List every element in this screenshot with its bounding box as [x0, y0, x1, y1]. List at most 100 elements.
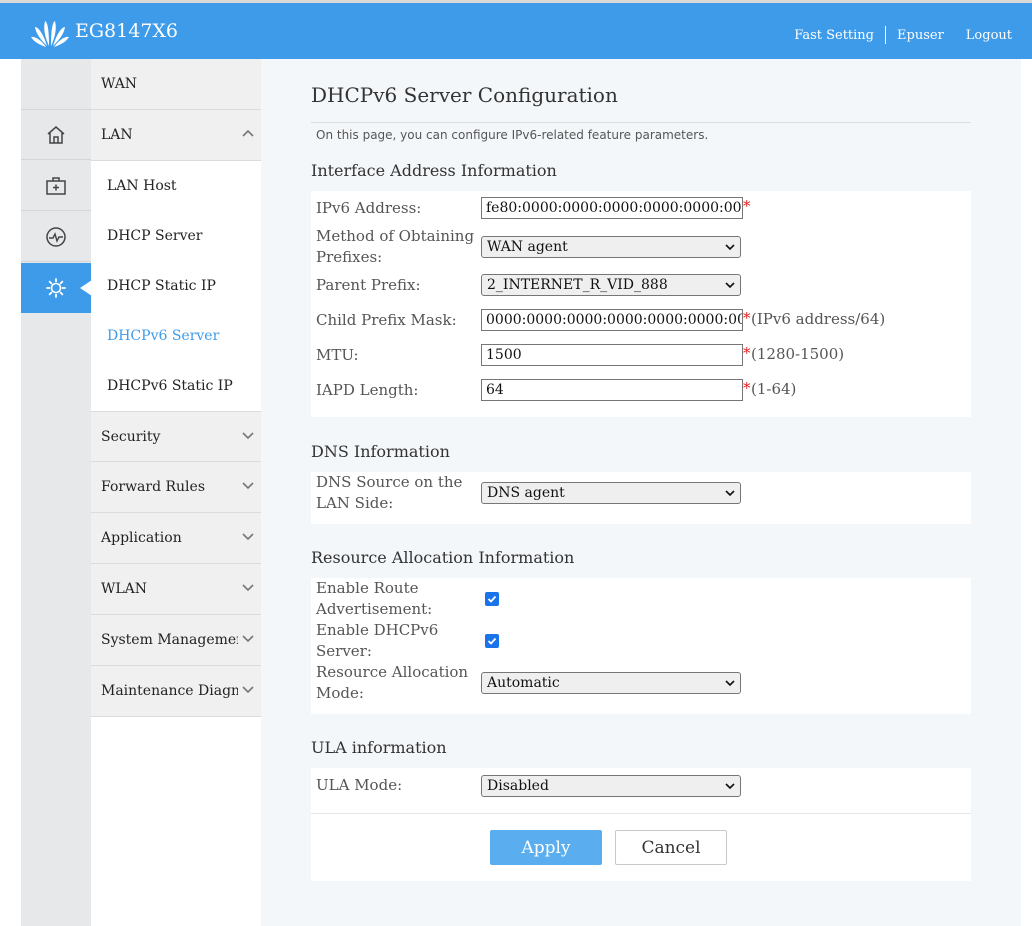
header-links: Fast Setting Epuser Logout: [794, 26, 1012, 44]
required-mark: *: [743, 344, 751, 362]
dropdown-arrow-icon: [725, 244, 735, 251]
rail-item-home[interactable]: [21, 110, 91, 160]
select-value: WAN agent: [487, 239, 568, 255]
required-mark: *: [743, 379, 751, 397]
menu-item-label: WAN: [101, 76, 138, 92]
menu-item-label: Security: [101, 428, 161, 445]
menu-item-wlan[interactable]: WLAN: [91, 564, 261, 615]
icon-rail: [21, 59, 92, 926]
dropdown-arrow-icon: [725, 490, 735, 497]
menu-item-wan[interactable]: WAN: [91, 59, 261, 110]
menu-item-system-management[interactable]: System Management: [91, 615, 261, 666]
select-value: Disabled: [487, 778, 549, 794]
section-title-ula: ULA information: [311, 738, 447, 757]
logout-link[interactable]: Logout: [966, 28, 1012, 43]
button-divider: [311, 813, 971, 814]
pulse-icon: [46, 226, 66, 247]
rail-blank: [21, 59, 91, 110]
main-content: DHCPv6 Server Configuration On this page…: [261, 59, 1021, 926]
mtu-input[interactable]: 1500: [481, 344, 743, 366]
resource-mode-select[interactable]: Automatic: [481, 672, 741, 694]
panel-interface: IPv6 Address: fe80:0000:0000:0000:0000:0…: [311, 191, 971, 417]
parent-prefix-select[interactable]: 2_INTERNET_R_VID_888: [481, 274, 741, 296]
page-description: On this page, you can configure IPv6-rel…: [316, 128, 709, 142]
label-line: Enable Route: [316, 579, 419, 597]
ipv6-address-input[interactable]: fe80:0000:0000:0000:0000:0000:0000:0001: [481, 197, 743, 219]
submenu-item-lan-host[interactable]: LAN Host: [91, 161, 261, 211]
select-value: Automatic: [487, 675, 560, 691]
route-advertisement-checkbox[interactable]: [485, 592, 499, 606]
submenu-item-dhcpv6-static-ip[interactable]: DHCPv6 Static IP: [91, 361, 261, 411]
label-line: Resource Allocation: [316, 663, 469, 681]
required-mark: *: [743, 197, 751, 215]
ula-mode-label: ULA Mode:: [316, 776, 403, 794]
dropdown-arrow-icon: [725, 783, 735, 790]
huawei-logo: [31, 21, 69, 47]
menu-item-label: WLAN: [101, 581, 148, 597]
mtu-label: MTU:: [316, 346, 359, 364]
submenu-item-dhcp-server[interactable]: DHCP Server: [91, 211, 261, 261]
header-bar: EG8147X6 Fast Setting Epuser Logout: [0, 3, 1032, 59]
label-line: Method of Obtaining: [316, 227, 475, 245]
menu-item-label: System Management: [101, 632, 238, 648]
chevron-down-icon: [242, 584, 254, 592]
method-prefixes-select[interactable]: WAN agent: [481, 236, 741, 258]
check-icon: [487, 595, 497, 603]
select-value: DNS agent: [487, 485, 565, 501]
required-mark: *: [743, 309, 751, 327]
child-prefix-mask-label: Child Prefix Mask:: [316, 311, 457, 329]
side-menu: WAN LAN LAN Host DHCP Server DHCP Static…: [91, 59, 261, 926]
rail-item-status[interactable]: [21, 212, 91, 262]
page-title: DHCPv6 Server Configuration: [311, 83, 618, 107]
chevron-up-icon: [242, 129, 254, 137]
submenu-item-dhcp-static-ip[interactable]: DHCP Static IP: [91, 261, 261, 311]
select-value: 2_INTERNET_R_VID_888: [487, 277, 668, 293]
enable-dhcpv6-checkbox[interactable]: [485, 634, 499, 648]
menu-item-security[interactable]: Security: [91, 411, 261, 462]
label-line: Enable DHCPv6: [316, 621, 439, 639]
section-title-dns: DNS Information: [311, 442, 450, 461]
menu-item-label: LAN: [101, 127, 133, 143]
dns-source-label: DNS Source on the LAN Side:: [316, 472, 462, 514]
user-link[interactable]: Epuser: [897, 28, 944, 43]
label-line: Server:: [316, 642, 372, 660]
medical-kit-icon: [46, 176, 66, 195]
child-prefix-hint: (IPv6 address/64): [751, 310, 886, 328]
menu-item-application[interactable]: Application: [91, 513, 261, 564]
section-title-interface: Interface Address Information: [311, 161, 557, 180]
iapd-length-hint: (1-64): [751, 380, 797, 398]
menu-item-label: Application: [101, 530, 182, 546]
panel-resource: Enable Route Advertisement: Enable DHCPv…: [311, 578, 971, 714]
apply-button[interactable]: Apply: [490, 830, 602, 865]
label-line: Prefixes:: [316, 248, 383, 266]
menu-item-forward-rules[interactable]: Forward Rules: [91, 462, 261, 513]
submenu-item-dhcpv6-server[interactable]: DHCPv6 Server: [91, 311, 261, 361]
dropdown-arrow-icon: [725, 282, 735, 289]
cancel-button[interactable]: Cancel: [615, 830, 727, 865]
home-icon: [47, 125, 65, 144]
rail-item-diagnose[interactable]: [21, 161, 91, 211]
chevron-down-icon: [242, 432, 254, 440]
iapd-length-input[interactable]: 64: [481, 379, 743, 401]
rail-item-advanced[interactable]: [21, 263, 92, 313]
fast-setting-link[interactable]: Fast Setting: [794, 28, 874, 43]
resource-mode-label: Resource Allocation Mode:: [316, 662, 468, 704]
check-icon: [487, 637, 497, 645]
menu-item-lan[interactable]: LAN: [91, 110, 261, 161]
child-prefix-mask-input[interactable]: 0000:0000:0000:0000:0000:0000:0000:0000: [481, 309, 743, 331]
ula-mode-select[interactable]: Disabled: [481, 775, 741, 797]
menu-item-maintenance-diagnosis[interactable]: Maintenance Diagnosis: [91, 666, 261, 717]
mtu-hint: (1280-1500): [751, 345, 845, 363]
title-divider: [311, 122, 971, 123]
section-title-resource: Resource Allocation Information: [311, 548, 575, 567]
iapd-length-label: IAPD Length:: [316, 381, 419, 399]
label-line: Mode:: [316, 684, 364, 702]
gear-icon: [46, 278, 66, 298]
dropdown-arrow-icon: [725, 680, 735, 687]
label-line: LAN Side:: [316, 494, 394, 512]
label-line: DNS Source on the: [316, 473, 463, 491]
menu-item-label: Maintenance Diagnosis: [101, 683, 238, 699]
menu-item-label: Forward Rules: [101, 479, 206, 495]
dns-source-select[interactable]: DNS agent: [481, 482, 741, 504]
parent-prefix-label: Parent Prefix:: [316, 276, 421, 294]
